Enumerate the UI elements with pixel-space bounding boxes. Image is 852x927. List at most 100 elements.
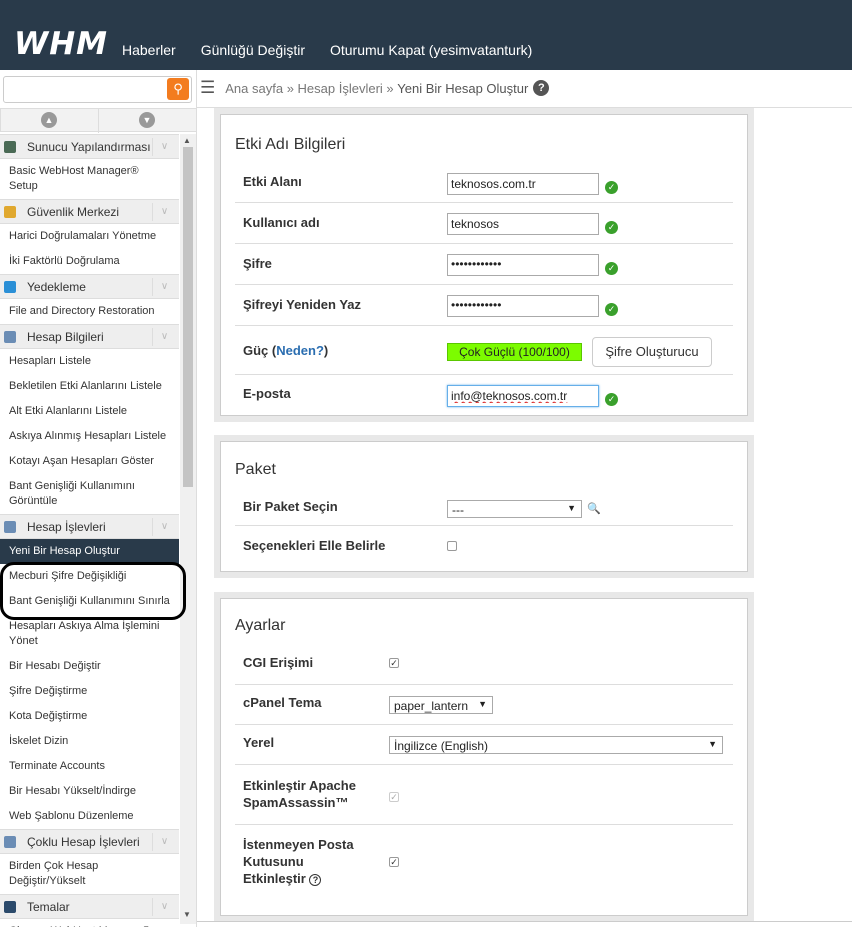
sidebar-category[interactable]: Temalar ∨ (0, 894, 179, 919)
sidebar-item[interactable]: Bekletilen Etki Alanlarını Listele (0, 374, 179, 399)
panel-title: Etki Adı Bilgileri (235, 136, 346, 153)
panel-title: Ayarlar (235, 617, 286, 634)
menu-toggle-icon[interactable]: ☰ (200, 78, 215, 98)
nav-changelog-link[interactable]: Günlüğü Değiştir (201, 42, 305, 58)
chevron-down-icon[interactable]: ∨ (152, 518, 176, 536)
sidebar-category-label: Çoklu Hesap İşlevleri (27, 835, 140, 849)
email-input[interactable] (447, 385, 599, 407)
username-label: Kullanıcı adı (243, 215, 320, 230)
domain-info-panel-body: Etki Adı Bilgileri Etki Alanı ✓ Kullanıc… (220, 114, 748, 416)
sidebar-item[interactable]: Bant Genişliği Kullanımını Sınırla (0, 589, 179, 614)
spam-mailbox-label-line3-text: Etkinleştir (243, 871, 306, 886)
account-functions-icon (4, 521, 16, 533)
username-input[interactable] (447, 213, 599, 235)
cpanel-theme-select[interactable]: paper_lantern ▼ (389, 696, 493, 714)
scrollbar-thumb[interactable] (183, 147, 193, 487)
expand-down-icon[interactable]: ▼ (139, 112, 155, 128)
password-generator-button[interactable]: Şifre Oluşturucu (592, 337, 712, 367)
sidebar-item-active[interactable]: Yeni Bir Hesap Oluştur (0, 539, 179, 564)
scroll-down-icon[interactable]: ▼ (183, 910, 191, 919)
top-bar: WHM Haberler Günlüğü Değiştir Oturumu Ka… (0, 0, 852, 70)
locale-select[interactable]: İngilizce (English) ▼ (389, 736, 723, 754)
scroll-up-icon[interactable]: ▲ (183, 136, 191, 145)
sidebar-scrollbar[interactable]: ▲ ▼ (180, 134, 196, 924)
spam-mailbox-label-line2: Kutusunu (243, 854, 304, 869)
strength-row: Güç (Neden?) Çok Güçlü (100/100) Şifre O… (235, 326, 733, 375)
locale-value: İngilizce (English) (394, 739, 489, 753)
why-link[interactable]: Neden? (276, 343, 324, 358)
sidebar-item[interactable]: Alt Etki Alanlarını Listele (0, 399, 179, 424)
chevron-down-icon[interactable]: ∨ (152, 203, 176, 221)
chevron-down-icon[interactable]: ∨ (152, 138, 176, 156)
sidebar-category-label: Hesap İşlevleri (27, 520, 106, 534)
sidebar-item[interactable]: İki Faktörlü Doğrulama (0, 249, 179, 274)
sidebar-category-label: Sunucu Yapılandırması (27, 140, 151, 154)
sidebar-item[interactable]: Askıya Alınmış Hesapları Listele (0, 424, 179, 449)
sidebar-category-label: Güvenlik Merkezi (27, 205, 120, 219)
package-select[interactable]: --- ▼ (447, 500, 582, 518)
password-input[interactable]: •••••••••••• (447, 254, 599, 276)
strength-label: Güç (Neden?) (243, 342, 328, 359)
package-panel: Paket Bir Paket Seçin --- ▼ 🔍 Seçenekler… (214, 435, 754, 578)
sidebar-item[interactable]: Harici Doğrulamaları Yönetme (0, 224, 179, 249)
chevron-down-icon[interactable]: ∨ (152, 833, 176, 851)
settings-panel: Ayarlar CGI Erişimi ✓ cPanel Tema paper_… (214, 592, 754, 922)
search-icon[interactable]: ⚲ (167, 78, 189, 100)
nav-news-link[interactable]: Haberler (122, 42, 176, 58)
sidebar-item[interactable]: Kotayı Aşan Hesapları Göster (0, 449, 179, 474)
lock-icon (4, 206, 16, 218)
sidebar-item[interactable]: Web Şablonu Düzenleme (0, 804, 179, 829)
spam-mailbox-label-line1: İstenmeyen Posta (243, 837, 354, 852)
sidebar-item[interactable]: Birden Çok Hesap Değiştir/Yükselt (0, 854, 179, 894)
domain-row: Etki Alanı ✓ (235, 161, 733, 203)
chevron-down-icon[interactable]: ∨ (152, 278, 176, 296)
dropdown-caret-icon: ▼ (478, 699, 487, 709)
settings-panel-body: Ayarlar CGI Erişimi ✓ cPanel Tema paper_… (220, 598, 748, 916)
sidebar-category[interactable]: Güvenlik Merkezi ∨ (0, 199, 179, 224)
sidebar-item[interactable]: File and Directory Restoration (0, 299, 179, 324)
sidebar-item[interactable]: Mecburi Şifre Değişikliği (0, 564, 179, 589)
sidebar-item[interactable]: Bant Genişliği Kullanımını Görüntüle (0, 474, 179, 514)
breadcrumb-parent[interactable]: Hesap İşlevleri (298, 81, 383, 96)
sidebar-category[interactable]: Hesap Bilgileri ∨ (0, 324, 179, 349)
sidebar-item[interactable]: Change WebHost Manager® Theme (0, 919, 179, 927)
spam-mailbox-checkbox[interactable]: ✓ (389, 857, 399, 867)
sidebar-item[interactable]: Hesapları Askıya Alma İşlemini Yönet (0, 614, 179, 654)
strength-label-end: ) (323, 343, 329, 358)
password-confirm-input[interactable]: •••••••••••• (447, 295, 599, 317)
breadcrumb-separator: » (283, 80, 298, 96)
sidebar-item[interactable]: Şifre Değiştirme (0, 679, 179, 704)
sidebar-item[interactable]: Bir Hesabı Değiştir (0, 654, 179, 679)
breadcrumb-home[interactable]: Ana sayfa (225, 81, 283, 96)
sidebar-category[interactable]: Çoklu Hesap İşlevleri ∨ (0, 829, 179, 854)
help-icon[interactable]: ? (309, 874, 322, 886)
bottom-divider (197, 921, 852, 922)
chevron-down-icon[interactable]: ∨ (152, 328, 176, 346)
sidebar-item[interactable]: Kota Değiştirme (0, 704, 179, 729)
password-confirm-label: Şifreyi Yeniden Yaz (243, 297, 362, 312)
sidebar-item[interactable]: Basic WebHost Manager® Setup (0, 159, 179, 199)
sidebar-item[interactable]: Hesapları Listele (0, 349, 179, 374)
manual-options-checkbox[interactable] (447, 541, 457, 551)
magnifier-icon[interactable]: 🔍 (587, 502, 601, 515)
domain-input[interactable] (447, 173, 599, 195)
sidebar-item[interactable]: Terminate Accounts (0, 754, 179, 779)
sidebar-category[interactable]: Yedekleme ∨ (0, 274, 179, 299)
sidebar-item[interactable]: İskelet Dizin (0, 729, 179, 754)
nav-logout-link[interactable]: Oturumu Kapat (yesimvatanturk) (330, 42, 532, 58)
whm-logo[interactable]: WHM (14, 26, 108, 62)
sidebar-search-input[interactable] (3, 76, 192, 103)
chevron-down-icon[interactable]: ∨ (152, 898, 176, 916)
help-icon[interactable]: ? (533, 80, 550, 96)
collapse-up-icon[interactable]: ▲ (41, 112, 57, 128)
sidebar-item[interactable]: Bir Hesabı Yükselt/İndirge (0, 779, 179, 804)
sidebar-category[interactable]: Hesap İşlevleri ∨ (0, 514, 179, 539)
cgi-checkbox[interactable]: ✓ (389, 658, 399, 668)
cpanel-theme-value: paper_lantern (394, 699, 469, 713)
sidebar-category[interactable]: Sunucu Yapılandırması ∨ (0, 134, 179, 159)
check-icon: ✓ (605, 393, 618, 406)
email-row: E-posta ✓ (235, 375, 733, 417)
cgi-label: CGI Erişimi (243, 655, 314, 670)
check-icon: ✓ (605, 221, 618, 234)
spamassassin-checkbox: ✓ (389, 792, 399, 802)
